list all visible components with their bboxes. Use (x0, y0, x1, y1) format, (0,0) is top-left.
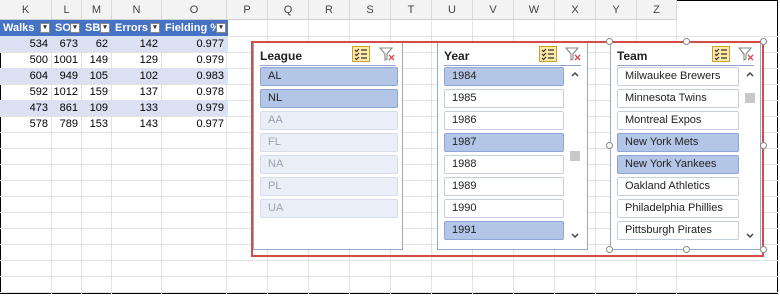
column-header-z[interactable]: Z (637, 0, 677, 20)
resize-handle[interactable] (683, 38, 690, 45)
resize-handle[interactable] (606, 38, 613, 45)
table-cell[interactable]: 673 (52, 36, 82, 52)
table-cell[interactable]: 109 (82, 100, 112, 116)
table-cell[interactable]: 1012 (52, 84, 82, 100)
table-cell[interactable]: 500 (0, 52, 52, 68)
resize-handle[interactable] (760, 38, 767, 45)
column-header-k[interactable]: K (0, 0, 52, 20)
table-cell[interactable]: 578 (0, 116, 52, 132)
table-header-label: SB (85, 22, 101, 34)
table-cell[interactable]: 142 (112, 36, 162, 52)
column-header-n[interactable]: N (112, 0, 162, 20)
resize-handle[interactable] (606, 142, 613, 149)
resize-handle[interactable] (760, 246, 767, 253)
table-cell[interactable]: 592 (0, 84, 52, 100)
table-cell[interactable]: 0.978 (162, 84, 228, 100)
table-cell[interactable]: 0.979 (162, 100, 228, 116)
table-header-label: Errors (115, 22, 149, 34)
filter-dropdown-icon[interactable]: ▾ (100, 23, 110, 33)
table-cell[interactable]: 0.979 (162, 52, 228, 68)
filter-dropdown-icon[interactable]: ▾ (70, 23, 80, 33)
table-cell[interactable]: 473 (0, 100, 52, 116)
table-cell[interactable]: 0.977 (162, 36, 228, 52)
table-cell[interactable]: 149 (82, 52, 112, 68)
resize-handle[interactable] (760, 142, 767, 149)
table-header-cell[interactable]: SO ▾ (52, 20, 82, 36)
column-header-w[interactable]: W (514, 0, 555, 20)
column-header-v[interactable]: V (473, 0, 514, 20)
filter-dropdown-icon[interactable]: ▾ (150, 23, 160, 33)
table-cell[interactable]: 159 (82, 84, 112, 100)
column-header-u[interactable]: U (432, 0, 473, 20)
column-header-l[interactable]: L (52, 0, 82, 20)
column-header-r[interactable]: R (309, 0, 350, 20)
table-header-label: Fielding % (165, 22, 220, 34)
column-header-x[interactable]: X (555, 0, 596, 20)
table-cell[interactable]: 129 (112, 52, 162, 68)
table-cell[interactable]: 0.977 (162, 116, 228, 132)
grid-line (0, 276, 778, 277)
selection-border (251, 41, 764, 257)
column-header-q[interactable]: Q (268, 0, 309, 20)
column-header-o[interactable]: O (162, 0, 227, 20)
table-cell[interactable]: 534 (0, 36, 52, 52)
table-cell[interactable]: 105 (82, 68, 112, 84)
table-cell[interactable]: 143 (112, 116, 162, 132)
table-cell[interactable]: 604 (0, 68, 52, 84)
table-cell[interactable]: 949 (52, 68, 82, 84)
grid-line (0, 292, 778, 293)
table-cell[interactable]: 62 (82, 36, 112, 52)
column-header-s[interactable]: S (350, 0, 391, 20)
table-header-cell[interactable]: Walks ▾ (0, 20, 52, 36)
table-header-cell[interactable]: Fielding % ▾ (162, 20, 228, 36)
table-header-cell[interactable]: Errors ▾ (112, 20, 162, 36)
resize-handle[interactable] (683, 246, 690, 253)
column-header-y[interactable]: Y (596, 0, 637, 20)
table-cell[interactable]: 1001 (52, 52, 82, 68)
table-cell[interactable]: 861 (52, 100, 82, 116)
grid-line (0, 260, 778, 261)
table-cell[interactable]: 789 (52, 116, 82, 132)
filter-dropdown-icon[interactable]: ▾ (40, 23, 50, 33)
table-cell[interactable]: 153 (82, 116, 112, 132)
table-header-cell[interactable]: SB ▾ (82, 20, 112, 36)
resize-handle[interactable] (606, 246, 613, 253)
column-header-m[interactable]: M (82, 0, 112, 20)
table-cell[interactable]: 102 (112, 68, 162, 84)
table-cell[interactable]: 0.983 (162, 68, 228, 84)
table-cell[interactable]: 137 (112, 84, 162, 100)
table-header-label: SO (55, 22, 71, 34)
table-cell[interactable]: 133 (112, 100, 162, 116)
table-header-label: Walks (3, 22, 35, 34)
column-header-t[interactable]: T (391, 0, 432, 20)
filter-dropdown-icon[interactable]: ▾ (216, 23, 226, 33)
column-header-p[interactable]: P (227, 0, 268, 20)
